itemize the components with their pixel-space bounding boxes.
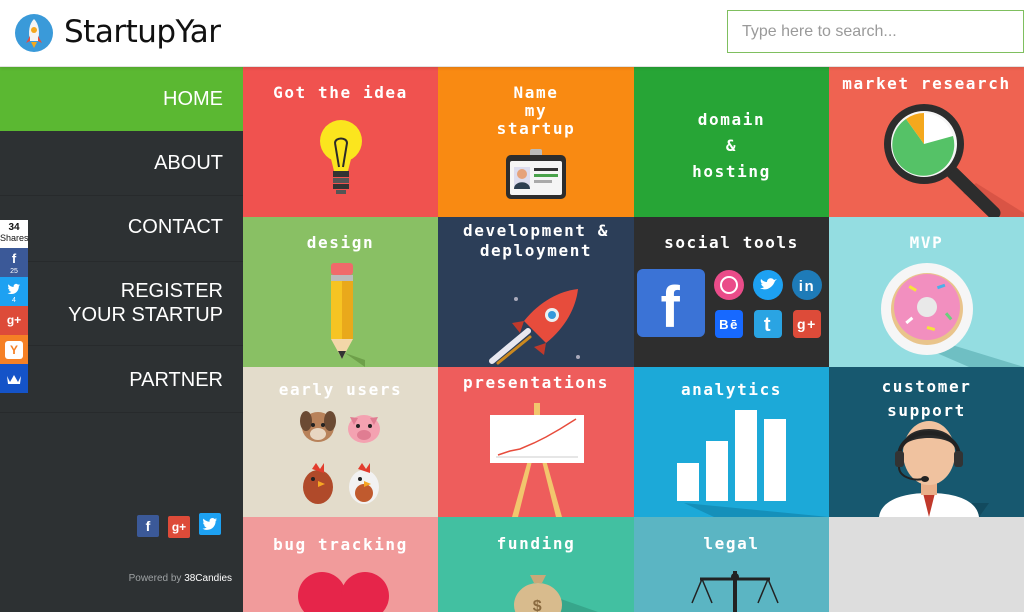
- pencil-icon: [331, 263, 365, 367]
- nav-divider: [0, 412, 243, 413]
- magnifier-chart-icon: [884, 104, 1024, 217]
- share-crown-button[interactable]: [0, 364, 28, 393]
- easel-chart-icon: [490, 403, 584, 517]
- tile-title: analytics: [680, 380, 783, 399]
- tile-design[interactable]: design: [243, 217, 438, 367]
- sidebar-item-partner[interactable]: PARTNER: [0, 345, 243, 415]
- tile-title: early users: [278, 380, 403, 399]
- money-bag-icon: $: [514, 575, 598, 612]
- tile-social-tools[interactable]: social tools f in Bē t g+: [634, 217, 829, 367]
- crown-icon: [7, 375, 21, 384]
- tile-title: social tools: [664, 233, 799, 252]
- social-icons: f in Bē t g+: [637, 269, 822, 340]
- share-total-label: Shares: [0, 233, 29, 243]
- svg-text:Bē: Bē: [719, 317, 739, 332]
- sidebar-item-home[interactable]: HOME: [0, 67, 243, 131]
- rocket-logo-icon[interactable]: [15, 14, 53, 52]
- share-count: 34 Shares: [0, 220, 29, 248]
- twitter-icon[interactable]: [199, 513, 221, 535]
- brand-name[interactable]: StartupYar: [64, 14, 221, 50]
- yummly-icon: Y: [5, 341, 23, 359]
- tile-title: Name my startup: [496, 83, 576, 138]
- tile-empty: [829, 517, 1024, 612]
- footer-social-links: f g+: [137, 513, 230, 538]
- tile-title: funding: [496, 534, 576, 553]
- tile-title: customer support: [881, 377, 972, 420]
- share-facebook-count: 25: [10, 268, 18, 275]
- tile-funding[interactable]: funding $: [438, 517, 634, 612]
- tile-name-my-startup[interactable]: Name my startup: [438, 67, 634, 217]
- share-facebook-button[interactable]: f 25: [0, 248, 28, 277]
- tile-title: Got the idea: [273, 83, 408, 102]
- facebook-icon[interactable]: f: [137, 515, 159, 537]
- tile-title: MVP: [909, 233, 944, 252]
- scales-icon: [691, 571, 779, 612]
- powered-by-prefix: Powered by: [128, 573, 182, 584]
- tile-title: bug tracking: [273, 535, 408, 554]
- sidebar: HOME ABOUT CONTACT REGISTER YOUR STARTUP…: [0, 67, 243, 612]
- svg-text:g+: g+: [797, 316, 817, 332]
- rocket-icon: [489, 289, 580, 365]
- tile-development-deployment[interactable]: development & deployment: [438, 217, 634, 367]
- header: StartupYar: [0, 0, 1024, 67]
- svg-text:$: $: [533, 598, 544, 612]
- share-bar: 34 Shares f 25 4 g+ Y: [0, 220, 29, 393]
- sidebar-item-contact[interactable]: CONTACT: [0, 195, 243, 259]
- tile-domain-hosting[interactable]: domain & hosting: [634, 67, 829, 217]
- tile-analytics[interactable]: analytics: [634, 367, 829, 517]
- powered-by-link[interactable]: 38Candies: [184, 573, 232, 584]
- bar-chart-icon: [677, 410, 829, 517]
- svg-text:t: t: [764, 314, 772, 336]
- tile-early-users[interactable]: early users: [243, 367, 438, 517]
- id-badge-icon: [506, 149, 566, 199]
- google-plus-icon: g+: [6, 313, 22, 327]
- sidebar-item-register-startup[interactable]: REGISTER YOUR STARTUP: [0, 267, 243, 337]
- tile-mvp[interactable]: MVP: [829, 217, 1024, 367]
- lightbulb-icon: [320, 120, 362, 194]
- powered-by: Powered by 38Candies: [0, 573, 232, 584]
- sidebar-item-about[interactable]: ABOUT: [0, 131, 243, 195]
- animals-icon: [300, 411, 380, 504]
- donut-icon: [881, 263, 1024, 367]
- facebook-icon: f: [11, 251, 17, 266]
- tile-title: market research: [842, 74, 1011, 93]
- tile-customer-support[interactable]: customer support: [829, 367, 1024, 517]
- svg-text:in: in: [799, 278, 816, 295]
- tile-bug-tracking[interactable]: bug tracking: [243, 517, 438, 612]
- tile-legal[interactable]: legal: [634, 517, 829, 612]
- tile-title: domain & hosting: [692, 110, 771, 181]
- share-total: 34: [8, 222, 20, 233]
- tile-title: presentations: [462, 373, 610, 392]
- svg-text:f: f: [661, 275, 682, 340]
- share-yummly-button[interactable]: Y: [0, 335, 28, 364]
- share-twitter-button[interactable]: 4: [0, 277, 28, 306]
- tile-title: legal: [703, 534, 760, 553]
- tile-presentations[interactable]: presentations: [438, 367, 634, 517]
- tile-title: design: [306, 233, 375, 252]
- heart-icon: [298, 572, 389, 612]
- tile-title: development & deployment: [462, 221, 610, 260]
- tile-market-research[interactable]: market research: [829, 67, 1024, 217]
- share-google-plus-button[interactable]: g+: [0, 306, 28, 335]
- google-plus-icon[interactable]: g+: [168, 516, 190, 538]
- search-input[interactable]: [727, 10, 1024, 53]
- support-agent-icon: [879, 421, 989, 517]
- share-twitter-count: 4: [12, 297, 16, 304]
- tile-got-the-idea[interactable]: Got the idea: [243, 67, 438, 217]
- nav-divider: [0, 261, 243, 262]
